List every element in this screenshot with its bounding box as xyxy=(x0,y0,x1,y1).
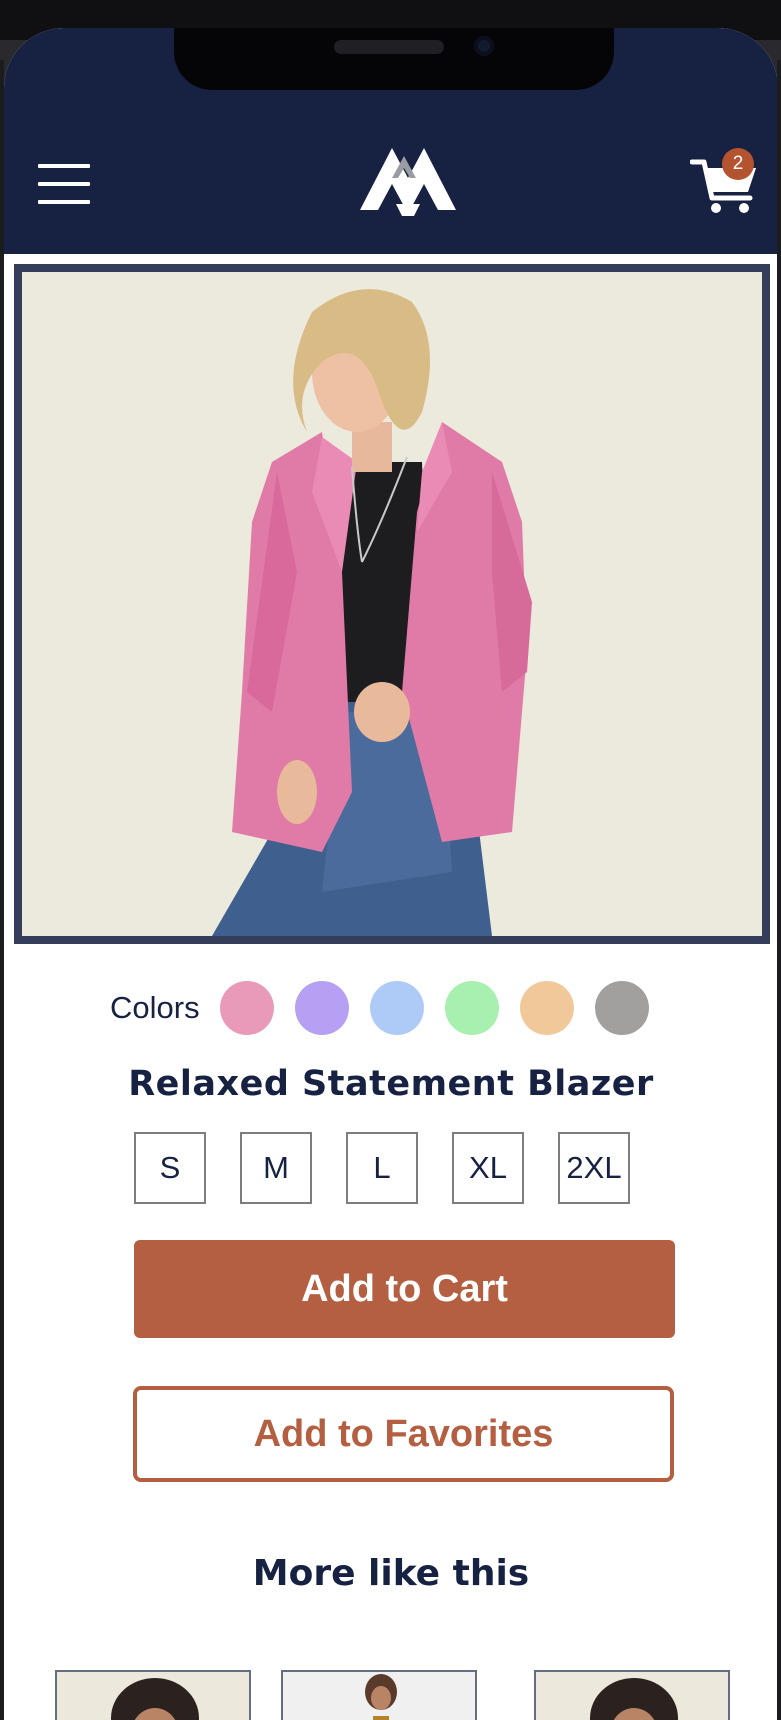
color-swatch-peach[interactable] xyxy=(519,981,574,1035)
color-swatch-pink[interactable] xyxy=(219,981,274,1035)
color-swatch-green[interactable] xyxy=(444,981,499,1035)
phone-edge xyxy=(777,60,781,1720)
speaker-grille xyxy=(334,40,444,54)
product-title: Relaxed Statement Blazer xyxy=(128,1064,654,1104)
color-selector: Colors xyxy=(110,980,670,1036)
add-to-favorites-button[interactable]: Add to Favorites xyxy=(133,1386,674,1482)
app-screen: Colors Relaxed Statement Blazer S M L XL… xyxy=(4,28,778,1720)
thumb-woman-curly-hair xyxy=(57,1672,249,1720)
color-swatch-gray[interactable] xyxy=(594,981,649,1035)
more-like-this-heading: More like this xyxy=(252,1553,530,1594)
thumb-woman-gray-blazer xyxy=(283,1672,475,1720)
recommendation-thumbnail[interactable] xyxy=(534,1670,730,1720)
product-photo-pink-blazer xyxy=(22,272,762,936)
recommendation-thumbnail[interactable] xyxy=(281,1670,477,1720)
phone-notch xyxy=(174,28,614,90)
size-button-s[interactable]: S xyxy=(134,1132,206,1204)
hamburger-menu-icon[interactable] xyxy=(38,164,90,204)
color-swatch-purple[interactable] xyxy=(294,981,349,1035)
color-swatch-blue[interactable] xyxy=(369,981,424,1035)
size-button-m[interactable]: M xyxy=(240,1132,312,1204)
size-button-l[interactable]: L xyxy=(346,1132,418,1204)
phone-edge xyxy=(0,60,4,1720)
thumb-woman-curly-hair-2 xyxy=(536,1672,728,1720)
cart-count-badge: 2 xyxy=(722,148,754,180)
size-button-xl[interactable]: XL xyxy=(452,1132,524,1204)
app-header xyxy=(4,28,778,254)
product-image xyxy=(14,264,770,944)
size-button-2xl[interactable]: 2XL xyxy=(558,1132,630,1204)
recommendation-thumbnail[interactable] xyxy=(55,1670,251,1720)
add-to-cart-button[interactable]: Add to Cart xyxy=(134,1240,675,1338)
phone-frame: Colors Relaxed Statement Blazer S M L XL… xyxy=(0,0,781,1720)
front-camera xyxy=(474,36,494,56)
mountain-logo[interactable] xyxy=(352,126,468,216)
colors-label: Colors xyxy=(110,990,200,1025)
